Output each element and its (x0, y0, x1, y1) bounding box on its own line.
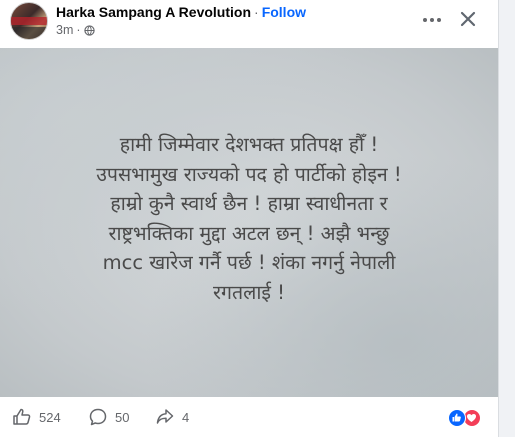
author-avatar[interactable] (10, 2, 48, 40)
globe-icon (83, 24, 95, 36)
image-text-line: रगतलाई ! (213, 280, 285, 304)
more-options-icon[interactable] (420, 8, 444, 32)
post-footer: 524 50 4 (0, 397, 498, 437)
post-time[interactable]: 3m (56, 23, 73, 37)
author-name[interactable]: Harka Sampang A Revolution (56, 4, 251, 20)
share-button[interactable]: 4 (155, 407, 189, 427)
image-text-line: उपसभामुख राज्यको पद हो पार्टीको होइन ! (96, 162, 402, 186)
author-line: Harka Sampang A Revolution · Follow (56, 4, 306, 20)
scrollbar-track[interactable] (499, 0, 515, 437)
post-meta: 3m · (56, 23, 95, 37)
reaction-summary[interactable] (448, 409, 484, 427)
share-icon (156, 409, 174, 424)
time-separator: · (76, 23, 81, 37)
share-count: 4 (182, 409, 190, 425)
name-separator: · (254, 4, 259, 20)
post-card: Harka Sampang A Revolution · Follow 3m · ह… (0, 0, 499, 437)
image-text-line: राष्ट्रभक्तिका मुद्दा अटल छन् ! अझै भन्छ… (108, 221, 390, 245)
close-icon[interactable] (456, 7, 480, 31)
comment-button[interactable]: 50 (88, 407, 129, 427)
post-header: Harka Sampang A Revolution · Follow 3m · (0, 0, 498, 48)
like-button[interactable]: 524 (12, 407, 61, 427)
image-text-line: mcc खारेज गर्नै पर्छ ! शंका नगर्नु नेपाल… (102, 251, 396, 274)
image-text: हामी जिम्मेवार देशभक्त प्रतिपक्ष हौँ ! उ… (0, 130, 498, 307)
post-image[interactable]: हामी जिम्मेवार देशभक्त प्रतिपक्ष हौँ ! उ… (0, 48, 498, 397)
image-text-line: हाम्रो कुनै स्वार्थ छैन ! हाम्रा स्वाधीन… (110, 192, 388, 215)
image-text-line: हामी जिम्मेवार देशभक्त प्रतिपक्ष हौँ ! (119, 133, 379, 156)
comment-count: 50 (115, 409, 130, 425)
like-reaction-icon (448, 409, 466, 427)
follow-button[interactable]: Follow (262, 4, 306, 20)
like-count: 524 (39, 409, 61, 425)
thumbs-up-icon (13, 408, 31, 425)
comment-bubble-icon (89, 408, 107, 426)
